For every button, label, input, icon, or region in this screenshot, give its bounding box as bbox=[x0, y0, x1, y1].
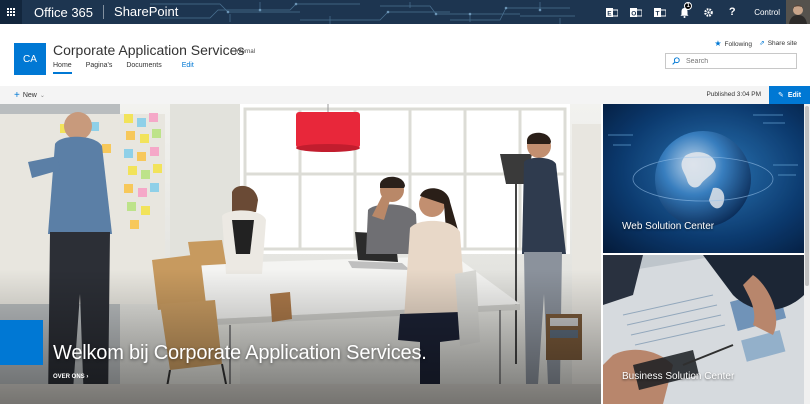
pencil-icon: ✎ bbox=[777, 92, 784, 99]
notifications-icon[interactable]: 1 bbox=[672, 0, 696, 24]
suite-bar: Office 365 SharePoint E O T 1 ? Control bbox=[0, 0, 810, 24]
sharepoint-link[interactable]: SharePoint bbox=[103, 5, 188, 19]
site-title[interactable]: Corporate Application Services bbox=[53, 42, 244, 58]
svg-text:T: T bbox=[656, 10, 660, 17]
site-header: CA Corporate Application Services Intern… bbox=[0, 24, 810, 82]
star-icon: ★ bbox=[714, 39, 722, 48]
settings-icon[interactable] bbox=[696, 0, 720, 24]
tile-label-web-solution-center: Web Solution Center bbox=[622, 221, 715, 232]
page-scrollbar[interactable] bbox=[804, 104, 810, 404]
exchange-icon[interactable]: E bbox=[600, 0, 624, 24]
tile-label-business-solution-center: Business Solution Center bbox=[622, 371, 735, 382]
hero-web-part: Welkom bij Corporate Application Service… bbox=[0, 104, 810, 404]
user-name[interactable]: Control bbox=[744, 8, 786, 17]
hero-main-tile[interactable]: Welkom bij Corporate Application Service… bbox=[0, 104, 601, 404]
chevron-down-icon: ⌄ bbox=[39, 93, 45, 99]
site-logo[interactable]: CA bbox=[14, 43, 46, 75]
help-icon[interactable]: ? bbox=[720, 0, 744, 24]
nav-item-home[interactable]: Home bbox=[53, 62, 72, 74]
svg-text:O: O bbox=[631, 10, 636, 17]
hero-title: Welkom bij Corporate Application Service… bbox=[53, 342, 427, 364]
command-bar: + New ⌄ Published 3:04 PM ✎ Edit bbox=[0, 86, 810, 104]
share-site-button[interactable]: ⇗ Share site bbox=[759, 39, 797, 47]
share-icon: ⇗ bbox=[759, 40, 765, 47]
new-button[interactable]: + New ⌄ bbox=[14, 90, 45, 101]
search-icon bbox=[672, 57, 680, 65]
nav-item-paginas[interactable]: Pagina's bbox=[86, 62, 113, 74]
nav-edit-link[interactable]: Edit bbox=[182, 62, 194, 74]
waffle-icon bbox=[6, 7, 16, 17]
hero-tile-web-solution-center[interactable]: Web Solution Center bbox=[603, 104, 804, 253]
chevron-right-icon: › bbox=[86, 374, 89, 380]
share-label: Share site bbox=[767, 40, 797, 47]
plus-icon: + bbox=[14, 90, 20, 101]
hero-call-to-action-label: OVER ONS bbox=[53, 374, 85, 380]
site-classification-label: Internal bbox=[235, 49, 256, 55]
notification-count-badge: 1 bbox=[684, 2, 693, 10]
scrollbar-thumb[interactable] bbox=[805, 106, 809, 286]
new-label: New bbox=[22, 92, 37, 99]
hero-accent-block bbox=[0, 320, 43, 365]
office-365-link[interactable]: Office 365 bbox=[22, 5, 103, 20]
edit-label: Edit bbox=[787, 91, 802, 99]
sharepoint-page: Office 365 SharePoint E O T 1 ? Control bbox=[0, 0, 810, 404]
svg-text:E: E bbox=[607, 10, 612, 17]
hero-tile-business-solution-center[interactable]: Business Solution Center bbox=[603, 255, 804, 404]
nav-item-documents[interactable]: Documents bbox=[126, 62, 161, 74]
search-box[interactable] bbox=[665, 53, 797, 69]
site-navigation: Home Pagina's Documents Edit bbox=[53, 62, 208, 74]
search-input[interactable] bbox=[686, 57, 786, 65]
published-status: Published 3:04 PM bbox=[706, 91, 761, 98]
app-launcher-button[interactable] bbox=[0, 0, 22, 24]
outlook-icon[interactable]: O bbox=[624, 0, 648, 24]
hero-call-to-action[interactable]: OVER ONS › bbox=[53, 374, 88, 380]
edit-page-button[interactable]: ✎ Edit bbox=[769, 86, 810, 104]
teams-icon[interactable]: T bbox=[648, 0, 672, 24]
avatar[interactable] bbox=[786, 0, 810, 24]
follow-label: Following bbox=[724, 41, 752, 48]
follow-button[interactable]: ★ Following bbox=[714, 39, 752, 48]
suite-bar-actions: E O T 1 ? Control bbox=[600, 0, 810, 24]
